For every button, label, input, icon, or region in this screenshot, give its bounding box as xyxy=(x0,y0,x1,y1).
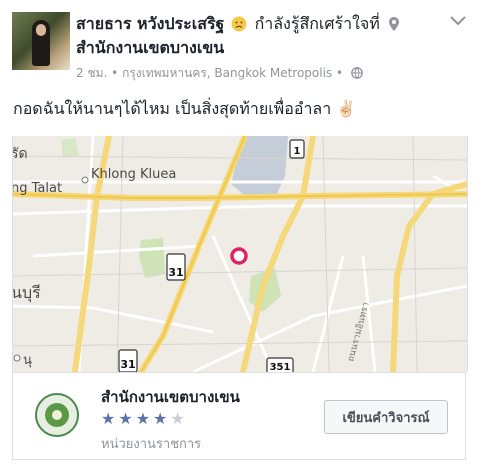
location-name-link[interactable]: สำนักงานเขตบางเขน xyxy=(76,38,224,57)
map-label-nu: นุ xyxy=(23,353,32,368)
sad-face-icon xyxy=(231,16,247,32)
map-label-nburi: นบุรี xyxy=(13,283,41,303)
place-logo[interactable] xyxy=(35,393,79,437)
map-label-khlong-kluea: Khlong Kluea xyxy=(91,167,176,182)
post-body-text: กอดฉันให้นานๆได้ไหม เป็นสิ่งสุดท้ายเพื่อ… xyxy=(13,99,332,118)
feeling-text: กำลังรู้สึกเศร้าใจที่ xyxy=(254,14,380,33)
road-badge-number: 31 xyxy=(120,358,135,371)
meta-separator-2: • xyxy=(336,66,344,80)
road-badge-number: 31 xyxy=(168,266,183,279)
map-location-pin[interactable] xyxy=(230,247,248,265)
post-time[interactable]: 2 ชม. xyxy=(76,66,107,80)
author-avatar[interactable] xyxy=(12,12,70,70)
place-category: หน่วยงานราชการ xyxy=(101,437,202,452)
write-review-button[interactable]: เขียนคำวิจารณ์ xyxy=(324,400,448,434)
chevron-down-icon[interactable] xyxy=(450,16,466,26)
map-label-ng-talat: ng Talat xyxy=(13,181,62,196)
place-logo-core xyxy=(52,410,62,420)
globe-icon[interactable] xyxy=(351,67,363,79)
road-badge: 31 xyxy=(118,349,138,372)
road-badge-number: 1 xyxy=(294,146,301,157)
place-name[interactable]: สำนักงานเขตบางเขน xyxy=(101,385,240,409)
post-header-line1: สายธาร หวังประเสริฐ กำลังรู้สึกเศร้าใจที… xyxy=(76,13,399,35)
post-header-line2: สำนักงานเขตบางเขน xyxy=(76,37,224,59)
star-icon: ★ xyxy=(135,409,154,428)
meta-separator: • xyxy=(111,66,119,80)
star-icon: ★ xyxy=(153,409,171,428)
map-canvas: ถนนรามอินทรา 1 31 31 351 รัด Khlong Klue… xyxy=(13,136,467,372)
place-rating-stars: ★★★★★ xyxy=(101,409,188,428)
peace-hand-emoji: ✌🏻 xyxy=(336,99,357,118)
place-card[interactable]: สำนักงานเขตบางเขน ★★★★★ หน่วยงานราชการ เ… xyxy=(12,372,466,460)
avatar-face xyxy=(36,24,46,36)
post-body: กอดฉันให้นานๆได้ไหม เป็นสิ่งสุดท้ายเพื่อ… xyxy=(13,98,356,120)
location-map[interactable]: ถนนรามอินทรา 1 31 31 351 รัด Khlong Klue… xyxy=(12,136,468,372)
star-icon: ★ xyxy=(118,409,136,428)
map-label-rd: รัด xyxy=(13,146,28,162)
location-pin-icon xyxy=(388,17,399,31)
road-badge: 1 xyxy=(289,139,305,159)
road-badge-number: 351 xyxy=(270,362,291,372)
star-icon: ★ xyxy=(170,409,188,428)
post-meta: 2 ชม. • กรุงเทพมหานคร, Bangkok Metropoli… xyxy=(76,64,363,83)
road-badge: 31 xyxy=(166,253,186,281)
post-location-line[interactable]: กรุงเทพมหานคร, Bangkok Metropolis xyxy=(122,66,332,80)
author-name[interactable]: สายธาร หวังประเสริฐ xyxy=(76,14,224,33)
road-badge: 351 xyxy=(266,357,294,372)
star-icon: ★ xyxy=(101,409,119,428)
